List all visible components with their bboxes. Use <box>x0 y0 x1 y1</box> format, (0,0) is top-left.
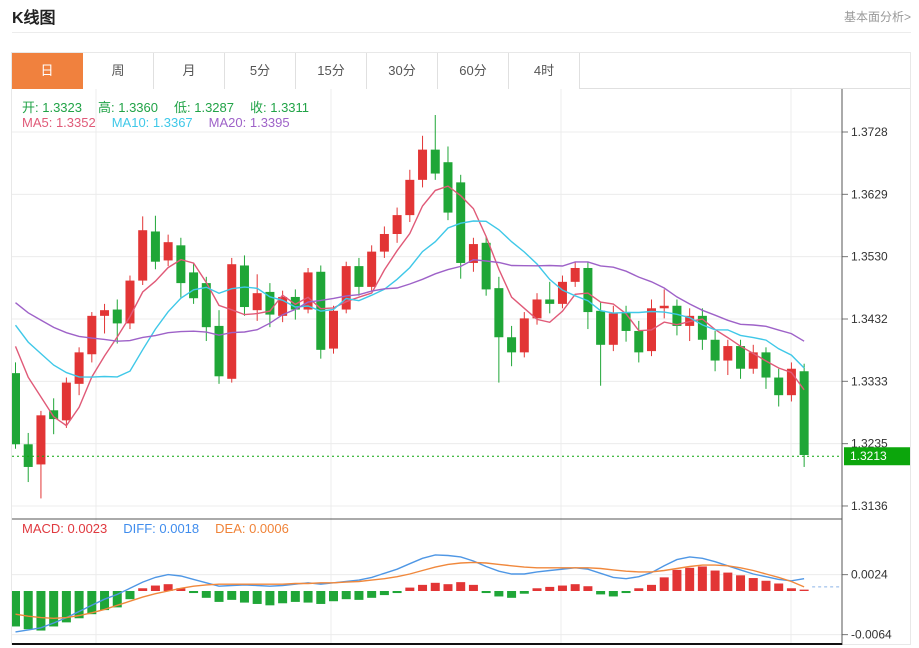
ma-item-0: MA5: 1.3352 <box>22 115 96 130</box>
ohlc-readout-row: 开: 1.3323 高: 1.3360 低: 1.3287 收: 1.3311 <box>22 97 325 116</box>
svg-text:1.3728: 1.3728 <box>851 125 888 139</box>
tab-period-2[interactable]: 月 <box>154 53 225 89</box>
tab-period-6[interactable]: 60分 <box>438 53 509 89</box>
macdrow-item-1: DIFF: 0.0018 <box>123 521 200 536</box>
tab-period-0[interactable]: 日 <box>12 53 83 89</box>
widget-header: K线图 基本面分析> <box>12 0 911 33</box>
macdrow-item-2: DEA: 0.0006 <box>215 521 289 536</box>
candlestick-chart-canvas[interactable]: 1.37281.36291.35301.34321.33331.32351.31… <box>11 89 910 645</box>
tab-period-1[interactable]: 周 <box>83 53 154 89</box>
tab-period-4[interactable]: 15分 <box>296 53 367 89</box>
svg-text:0.0024: 0.0024 <box>851 568 888 582</box>
svg-text:1.3432: 1.3432 <box>851 312 888 326</box>
chart-area: 开: 1.3323 高: 1.3360 低: 1.3287 收: 1.3311 MA5… <box>11 89 910 645</box>
macd-readout-row: MACD: 0.0023 DIFF: 0.0018 DEA: 0.0006 <box>22 521 305 536</box>
macdrow-item-0: MACD: 0.0023 <box>22 521 108 536</box>
page-title: K线图 <box>12 10 56 27</box>
tab-period-7[interactable]: 4时 <box>509 53 580 89</box>
fundamental-analysis-link[interactable]: 基本面分析> <box>844 8 911 25</box>
current-price-value: 1.3213 <box>850 449 887 463</box>
ohlc-item-3: 收: 1.3311 <box>250 100 310 115</box>
kline-chart-widget: 日周月 5分 15分 30分 60分 4时 开: 1.3323 高: 1.3360 低: 1.… <box>11 52 911 645</box>
ohlc-item-1: 高: 1.3360 <box>98 100 158 115</box>
ohlc-item-0: 开: 1.3323 <box>22 100 82 115</box>
candles-layer <box>11 115 809 499</box>
svg-text:1.3530: 1.3530 <box>851 250 888 264</box>
macd-histogram-layer <box>11 566 809 631</box>
ma-item-2: MA20: 1.3395 <box>208 115 290 130</box>
ma-readout-row: MA5: 1.3352 MA10: 1.3367 MA20: 1.3395 <box>22 115 306 130</box>
ohlc-item-2: 低: 1.3287 <box>174 100 234 115</box>
svg-text:-0.0064: -0.0064 <box>851 628 892 642</box>
svg-text:1.3333: 1.3333 <box>851 374 888 388</box>
period-tab-bar: 日周月 5分 15分 30分 60分 4时 <box>12 53 910 89</box>
svg-text:1.3136: 1.3136 <box>851 499 888 513</box>
svg-text:1.3629: 1.3629 <box>851 187 888 201</box>
tab-period-3[interactable]: 5分 <box>225 53 296 89</box>
kline-widget-page: K线图 基本面分析> 日周月 5分 15分 30分 60分 4时 开: 1.3323 高: … <box>0 0 919 648</box>
ma-item-1: MA10: 1.3367 <box>111 115 193 130</box>
tab-period-5[interactable]: 30分 <box>367 53 438 89</box>
